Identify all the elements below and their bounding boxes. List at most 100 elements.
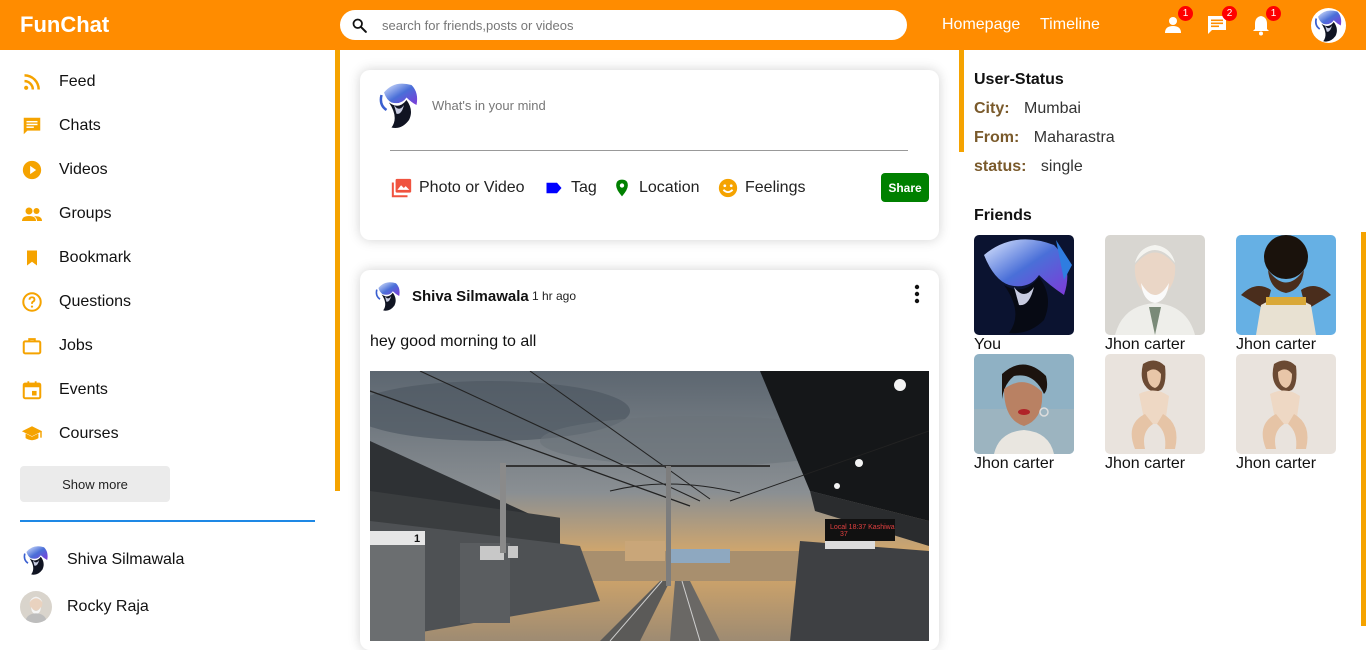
more-vert-icon: [914, 284, 920, 304]
bookmark-icon: [20, 246, 44, 270]
group-icon: [20, 202, 44, 226]
info-value: Mumbai: [1024, 100, 1081, 117]
friend-name: Shiva Silmawala: [67, 551, 185, 568]
friends-title: Friends: [974, 207, 1032, 224]
sidebar-item-label: Feed: [59, 73, 96, 90]
friend-name: Rocky Raja: [67, 598, 149, 615]
avatar: [377, 80, 421, 130]
post-text: hey good morning to all: [370, 333, 537, 350]
sidebar-item-questions[interactable]: Questions: [20, 287, 320, 317]
profile-avatar[interactable]: [1311, 8, 1346, 43]
friend-card[interactable]: Jhon carter: [1105, 354, 1205, 473]
emoji-icon: [716, 176, 740, 200]
calendar-icon: [20, 378, 44, 402]
homepage-link[interactable]: Homepage: [942, 16, 1020, 34]
show-more-button[interactable]: Show more: [20, 466, 170, 502]
friend-card[interactable]: Jhon carter: [974, 354, 1074, 473]
info-key: City:: [974, 100, 1010, 117]
svg-text:Local 18:37 Kashiwa: Local 18:37 Kashiwa: [830, 524, 895, 531]
sidebar-item-label: Events: [59, 381, 108, 398]
notifications-button[interactable]: 1: [1249, 6, 1281, 37]
app-logo[interactable]: FunChat: [20, 12, 109, 38]
sidebar-item-videos[interactable]: Videos: [20, 155, 320, 185]
sidebar-item-courses[interactable]: Courses: [20, 419, 320, 449]
page-scrollbar[interactable]: [1361, 232, 1366, 626]
sidebar-item-label: Bookmark: [59, 249, 132, 266]
right-sidebar: User-Status City: Mumbai From: Maharastr…: [964, 50, 1361, 626]
option-label: Photo or Video: [419, 179, 525, 196]
timeline-link[interactable]: Timeline: [1040, 16, 1100, 34]
friend-photo: [974, 354, 1074, 454]
friend-name: Jhon carter: [1236, 336, 1317, 353]
post-options-button[interactable]: [907, 283, 927, 305]
sidebar-item-label: Questions: [59, 293, 132, 310]
chat-icon: [20, 114, 44, 138]
friend-name: Jhon carter: [1105, 455, 1186, 472]
sidebar-item-events[interactable]: Events: [20, 375, 320, 405]
friend-card[interactable]: You: [974, 235, 1074, 354]
friend-card[interactable]: Jhon carter: [1236, 354, 1336, 473]
post-username[interactable]: Shiva Silmawala: [412, 288, 529, 305]
avatar: [20, 544, 52, 576]
sidebar-item-jobs[interactable]: Jobs: [20, 331, 320, 361]
departure-time-text: 37: [840, 531, 848, 538]
sidebar-item-chats[interactable]: Chats: [20, 111, 320, 141]
tag-option[interactable]: Tag: [542, 176, 597, 200]
friend-name: Jhon carter: [1236, 455, 1317, 472]
label-icon: [542, 176, 566, 200]
search-input[interactable]: [382, 15, 882, 35]
top-bar: FunChat Homepage Timeline 1 2 1: [0, 0, 1366, 50]
avatar: [20, 591, 52, 623]
search-icon: [352, 18, 367, 33]
rss-feed-icon: [20, 70, 44, 94]
location-pin-icon: [610, 176, 634, 200]
sidebar-item-bookmark[interactable]: Bookmark: [20, 243, 320, 273]
post-timestamp: 1 hr ago: [532, 289, 577, 303]
info-value: Maharastra: [1033, 129, 1115, 146]
share-divider: [390, 150, 908, 151]
user-status-title: User-Status: [974, 71, 1064, 88]
post-image[interactable]: Local 18:37 Kashiwa 1 37: [370, 371, 929, 641]
notifications-badge: 1: [1266, 6, 1281, 21]
friend-requests-button[interactable]: 1: [1161, 6, 1193, 37]
feed-scroll-indicator: [335, 50, 340, 491]
friend-name: Jhon carter: [974, 455, 1055, 472]
feelings-option[interactable]: Feelings: [716, 176, 805, 200]
info-key: From:: [974, 129, 1020, 146]
share-input[interactable]: [432, 95, 902, 115]
friend-name: Jhon carter: [1105, 336, 1186, 353]
school-icon: [20, 422, 44, 446]
train-station-photo: Local 18:37 Kashiwa 1 37: [370, 371, 929, 641]
option-label: Feelings: [745, 179, 806, 196]
photo-video-option[interactable]: Photo or Video: [390, 176, 525, 200]
post-card: Shiva Silmawala 1 hr ago hey good mornin…: [360, 270, 939, 650]
info-key: status:: [974, 158, 1027, 175]
info-from: From: Maharastra: [974, 129, 1115, 147]
friend-card[interactable]: Jhon carter: [1236, 235, 1336, 354]
friend-photo: [1105, 354, 1205, 454]
avatar[interactable]: [374, 280, 402, 312]
left-sidebar: Feed Chats Videos Groups Bookmark Questi…: [0, 50, 335, 626]
sidebar-divider: [20, 520, 315, 522]
option-label: Location: [639, 179, 700, 196]
search-bar[interactable]: [340, 10, 907, 40]
friend-photo: [1236, 354, 1336, 454]
sidebar-item-label: Courses: [59, 425, 119, 442]
play-circle-icon: [20, 158, 44, 182]
friend-photo: [1105, 235, 1205, 335]
info-status: status: single: [974, 158, 1083, 176]
info-city: City: Mumbai: [974, 100, 1081, 118]
friend-card[interactable]: Jhon carter: [1105, 235, 1205, 354]
friend-photo: [1236, 235, 1336, 335]
messages-button[interactable]: 2: [1205, 6, 1237, 37]
help-circle-icon: [20, 290, 44, 314]
location-option[interactable]: Location: [610, 176, 700, 200]
friend-name: You: [974, 336, 1001, 353]
friend-requests-badge: 1: [1178, 6, 1193, 21]
sidebar-item-feed[interactable]: Feed: [20, 67, 320, 97]
sidebar-friend[interactable]: Shiva Silmawala: [20, 543, 184, 577]
sidebar-friend[interactable]: Rocky Raja: [20, 590, 149, 624]
sidebar-item-groups[interactable]: Groups: [20, 199, 320, 229]
friend-photo: [974, 235, 1074, 335]
share-button[interactable]: Share: [881, 173, 929, 202]
